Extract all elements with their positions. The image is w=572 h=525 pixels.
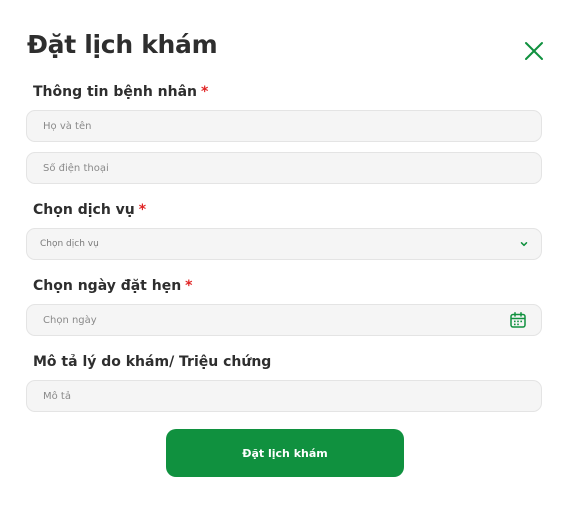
close-icon	[525, 42, 543, 60]
patient-info-label: Thông tin bệnh nhân *	[33, 84, 208, 100]
description-input[interactable]	[26, 380, 542, 412]
phone-number-input[interactable]	[26, 152, 542, 184]
date-picker-placeholder: Chọn ngày	[43, 314, 97, 326]
patient-info-label-text: Thông tin bệnh nhân	[33, 84, 198, 100]
submit-booking-button[interactable]: Đặt lịch khám	[166, 429, 404, 477]
service-label-text: Chọn dịch vụ	[33, 202, 135, 218]
required-mark: *	[185, 278, 193, 294]
appointment-date-label-text: Chọn ngày đặt hẹn	[33, 278, 182, 294]
description-label: Mô tả lý do khám/ Triệu chứng	[33, 354, 271, 370]
close-button[interactable]	[520, 37, 548, 65]
date-picker-input[interactable]: Chọn ngày	[26, 304, 542, 336]
booking-modal: Đặt lịch khám Thông tin bệnh nhân* Chọn …	[0, 0, 572, 525]
modal-title: Đặt lịch khám	[27, 30, 218, 59]
service-label: Chọn dịch vụ *	[33, 202, 146, 218]
required-mark: *	[138, 202, 147, 218]
service-select[interactable]: Chọn dịch vụ	[26, 228, 542, 260]
appointment-date-label: Chọn ngày đặt hẹn *	[33, 278, 193, 294]
chevron-down-icon	[520, 242, 528, 247]
description-label-text: Mô tả lý do khám/ Triệu chứng	[33, 354, 272, 370]
required-mark: *	[201, 84, 209, 100]
calendar-icon[interactable]	[509, 311, 527, 329]
service-select-value: Chọn dịch vụ	[40, 239, 99, 249]
full-name-input[interactable]	[26, 110, 542, 142]
